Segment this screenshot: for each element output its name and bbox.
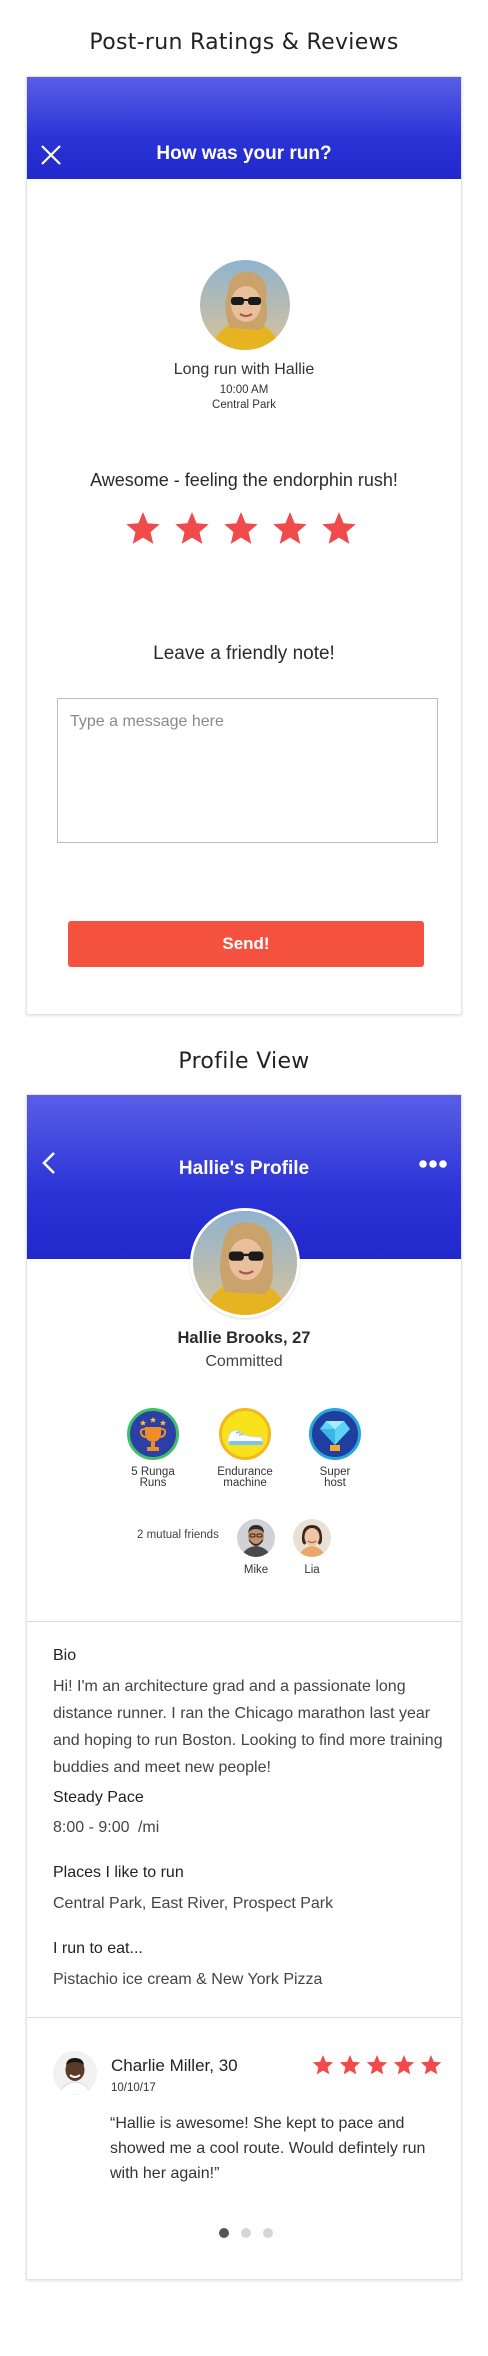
message-input[interactable] bbox=[57, 698, 438, 843]
bio-label: Bio bbox=[53, 1647, 77, 1664]
profile-name: Hallie Brooks, 27 bbox=[177, 1329, 311, 1347]
reviewer-avatar[interactable] bbox=[53, 2051, 97, 2095]
star-icon bbox=[312, 2055, 334, 2075]
star-icon[interactable] bbox=[126, 512, 160, 544]
star-icon bbox=[339, 2055, 361, 2075]
star-icon[interactable] bbox=[224, 512, 258, 544]
run-location: Central Park bbox=[212, 399, 276, 411]
badge-label: Endurance machine bbox=[217, 1466, 273, 1489]
page-title: How was your run? bbox=[156, 143, 332, 164]
rating-screen: How was your run? Long run with Hallie 1… bbox=[26, 76, 462, 1015]
reviewer-name: Charlie Miller, 30 bbox=[111, 2056, 238, 2075]
pagination-dot[interactable] bbox=[263, 2228, 273, 2238]
pace-unit: /mi bbox=[137, 1819, 160, 1836]
runner-avatar bbox=[200, 260, 290, 350]
sneaker-icon bbox=[227, 1430, 263, 1445]
star-icon bbox=[393, 2055, 415, 2075]
send-button[interactable]: Send! bbox=[68, 921, 424, 967]
star-icon bbox=[366, 2055, 388, 2075]
places-label: Places I like to run bbox=[53, 1864, 184, 1881]
review-text: “Hallie is awesome! She kept to pace and… bbox=[110, 2115, 426, 2182]
note-heading: Leave a friendly note! bbox=[153, 643, 335, 664]
more-dots-icon[interactable] bbox=[419, 1159, 447, 1169]
divider bbox=[27, 2017, 461, 2018]
badge-label: Super host bbox=[319, 1466, 351, 1489]
eat-value: Pistachio ice cream & New York Pizza bbox=[53, 1971, 323, 1988]
friend-avatar[interactable] bbox=[237, 1519, 275, 1557]
rating-header: How was your run? bbox=[27, 77, 461, 179]
friend-avatar[interactable] bbox=[293, 1519, 331, 1557]
star-rating[interactable] bbox=[125, 510, 365, 548]
mutual-friends-label: 2 mutual friends bbox=[137, 1529, 219, 1541]
pagination-dot[interactable] bbox=[241, 2228, 251, 2238]
profile-avatar bbox=[190, 1208, 300, 1318]
pagination-dot-active[interactable] bbox=[219, 2228, 229, 2238]
badge-label: 5 Runga Runs bbox=[131, 1466, 175, 1489]
diamond-icon bbox=[320, 1421, 350, 1451]
endurance-badge[interactable] bbox=[219, 1408, 271, 1460]
star-icon[interactable] bbox=[175, 512, 209, 544]
trophy-badge[interactable] bbox=[127, 1408, 179, 1460]
section-title-profile: Profile View bbox=[178, 1049, 310, 1074]
trophy-icon bbox=[139, 1417, 167, 1451]
divider bbox=[27, 1621, 461, 1622]
pace-range: 8:00 - 9:00 bbox=[53, 1819, 130, 1836]
friend-name: Mike bbox=[243, 1564, 269, 1576]
places-value: Central Park, East River, Prospect Park bbox=[53, 1895, 334, 1912]
review-stars bbox=[312, 2054, 442, 2076]
pace-label: Steady Pace bbox=[53, 1789, 144, 1806]
pace-value: 8:00 - 9:00 /mi bbox=[53, 1814, 448, 1841]
eat-label: I run to eat... bbox=[53, 1940, 143, 1957]
star-icon[interactable] bbox=[273, 512, 307, 544]
run-title: Long run with Hallie bbox=[173, 361, 315, 378]
profile-screen: Hallie's Profile Hallie Brooks, 27 Commi… bbox=[26, 1094, 462, 2280]
rating-description: Awesome - feeling the endorphin rush! bbox=[90, 470, 398, 490]
star-icon[interactable] bbox=[322, 512, 356, 544]
super-host-badge[interactable] bbox=[309, 1408, 361, 1460]
review-date: 10/10/17 bbox=[111, 2082, 156, 2094]
star-icon bbox=[420, 2055, 442, 2075]
friend-name: Lia bbox=[304, 1564, 320, 1576]
bio-text: Hi! I'm an architecture grad and a passi… bbox=[53, 1678, 443, 1776]
page-title: Hallie's Profile bbox=[178, 1158, 310, 1179]
section-title-ratings: Post-run Ratings & Reviews bbox=[89, 30, 399, 55]
run-time: 10:00 AM bbox=[219, 384, 269, 396]
profile-status: Committed bbox=[205, 1353, 283, 1370]
